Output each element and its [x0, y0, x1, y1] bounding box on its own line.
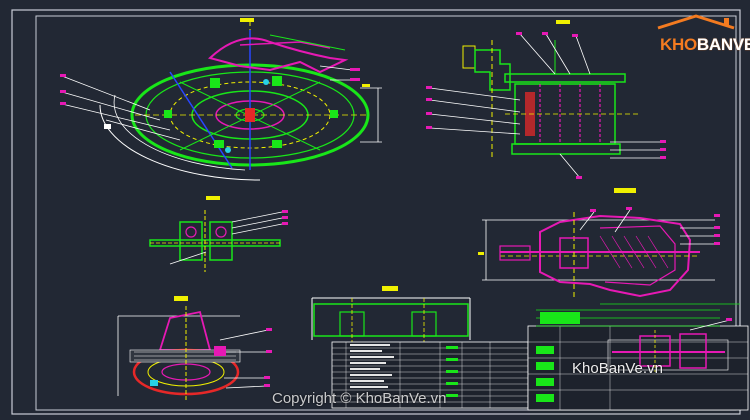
- cad-drawing-canvas[interactable]: [0, 0, 750, 420]
- drawing-frame-base: [311, 286, 471, 344]
- drawing-conical-hopper: [117, 296, 272, 400]
- drawing-coupling-detail: [149, 196, 288, 272]
- logo-wordmark: KHOBANVE: [660, 35, 750, 54]
- drawing-housing-section: [478, 188, 720, 300]
- cad-viewport[interactable]: KHOBANVE KhoBanVe.vn Copyright © KhoBanV…: [0, 0, 750, 420]
- watermark-text: KhoBanVe.vn: [572, 360, 663, 377]
- drawing-shaft-assembly: [426, 20, 666, 179]
- copyright-text: Copyright © KhoBanVe.vn: [272, 390, 447, 407]
- drawing-circular-plan-view: [60, 18, 382, 181]
- khobanve-logo: KHOBANVE: [650, 14, 750, 54]
